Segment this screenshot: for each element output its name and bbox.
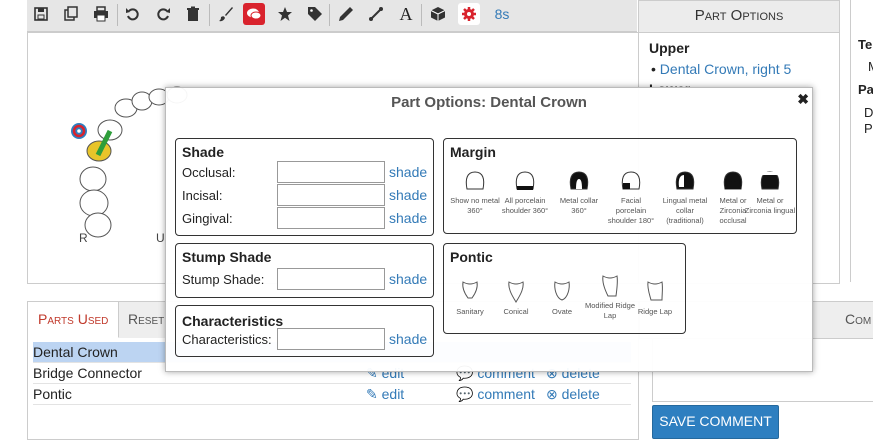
- pontic-sanitary-icon: [462, 281, 478, 299]
- far-right-text: Pa: [858, 82, 873, 97]
- characteristics-label: Characteristics:: [182, 332, 272, 347]
- crown-no-metal-icon: [465, 171, 485, 190]
- occlusal-shade-link[interactable]: shade: [389, 164, 427, 180]
- crown-facial-shoulder-icon: [621, 171, 641, 190]
- shade-box: Shade Occlusal: shade Incisal: shade Gin…: [175, 138, 434, 236]
- print-icon[interactable]: [90, 3, 112, 25]
- far-right-text: P: [864, 121, 873, 136]
- brush-icon[interactable]: [215, 3, 237, 25]
- gingival-input[interactable]: [277, 207, 385, 229]
- chart-label-upper: U: [156, 231, 165, 245]
- stump-shade-link[interactable]: shade: [389, 271, 427, 287]
- pontic-ovate-icon: [554, 281, 570, 301]
- table-row[interactable]: Pontic ✎ edit 💬 comment ⊗ delete: [33, 384, 631, 405]
- timer-text: 8s: [494, 6, 510, 22]
- margin-option[interactable]: Metal collar 360°: [553, 169, 605, 216]
- pontic-modified-ridge-lap-icon: [602, 275, 618, 297]
- characteristics-box: Characteristics Characteristics: shade: [175, 305, 434, 357]
- characteristics-shade-link[interactable]: shade: [389, 331, 427, 347]
- tag-icon[interactable]: [304, 3, 326, 25]
- pontic-title: Pontic: [450, 249, 493, 265]
- margin-option[interactable]: Metal or Zirconia lingual: [744, 169, 796, 216]
- incisal-shade-link[interactable]: shade: [389, 187, 427, 203]
- copy-icon[interactable]: [60, 3, 82, 25]
- undo-icon[interactable]: [122, 3, 144, 25]
- crown-porcelain-shoulder-icon: [515, 171, 535, 190]
- text-icon[interactable]: A: [395, 3, 417, 25]
- part-option-item[interactable]: • Dental Crown, right 5: [651, 61, 791, 77]
- far-right-text: Te: [858, 37, 873, 52]
- pencil-icon[interactable]: [335, 3, 357, 25]
- pontic-box: Pontic Sanitary Conical Ovate Modified R…: [443, 243, 686, 334]
- stump-label: Stump Shade:: [182, 272, 265, 287]
- part-options-dialog: Part Options: Dental Crown ✖ Shade Occlu…: [165, 87, 813, 372]
- tab-parts-used[interactable]: Parts Used: [28, 302, 120, 338]
- margin-title: Margin: [450, 144, 496, 160]
- pontic-option[interactable]: Ridge Lap: [629, 280, 681, 317]
- delete-link[interactable]: ⊗ delete: [546, 384, 600, 404]
- crown-lingual-collar-icon: [675, 171, 695, 190]
- gingival-shade-link[interactable]: shade: [389, 210, 427, 226]
- comment-icon[interactable]: [243, 3, 265, 25]
- pontic-option[interactable]: Conical: [490, 280, 542, 317]
- far-right-text: D: [864, 105, 873, 120]
- occlusal-label: Occlusal:: [182, 165, 236, 180]
- chart-label-right: R: [79, 231, 88, 245]
- pontic-ridge-lap-icon: [647, 281, 663, 301]
- line-icon[interactable]: [365, 3, 387, 25]
- margin-option[interactable]: Lingual metal collar (traditional): [659, 169, 711, 226]
- tab-comments[interactable]: Com: [845, 311, 871, 327]
- incisal-input[interactable]: [277, 184, 385, 206]
- margin-option[interactable]: All porcelain shoulder 360°: [499, 169, 551, 216]
- dialog-title: Part Options: Dental Crown: [391, 94, 587, 111]
- pontic-conical-icon: [508, 281, 524, 303]
- edit-link[interactable]: ✎ edit: [366, 384, 404, 404]
- far-right-text: M: [868, 59, 873, 74]
- crown-zirconia-occlusal-icon: [723, 171, 743, 190]
- save-icon[interactable]: [30, 3, 52, 25]
- stump-shade-box: Stump Shade Stump Shade: shade: [175, 243, 434, 298]
- toolbar: A 8s: [27, 0, 637, 32]
- margin-box: Margin Show no metal 360° All porcelain …: [443, 138, 797, 234]
- stump-title: Stump Shade: [182, 249, 272, 265]
- pontic-option[interactable]: Ovate: [536, 280, 588, 317]
- pontic-option[interactable]: Sanitary: [444, 280, 496, 317]
- part-options-header: Part Options: [639, 1, 839, 33]
- far-right-panel: Te M Pa D P: [850, 0, 873, 282]
- part-name: Bridge Connector: [33, 365, 142, 381]
- crown-zirconia-lingual-icon: [760, 171, 780, 190]
- cube-icon[interactable]: [427, 3, 449, 25]
- gear-icon[interactable]: [458, 3, 480, 25]
- gingival-label: Gingival:: [182, 211, 233, 226]
- characteristics-title: Characteristics: [182, 313, 284, 329]
- margin-option[interactable]: Show no metal 360°: [449, 169, 501, 216]
- incisal-label: Incisal:: [182, 188, 223, 203]
- save-comment-button[interactable]: SAVE COMMENT: [652, 405, 779, 439]
- star-icon[interactable]: [274, 3, 296, 25]
- comment-link[interactable]: 💬 comment: [456, 384, 535, 404]
- trash-icon[interactable]: [182, 3, 204, 25]
- shade-title: Shade: [182, 144, 225, 160]
- part-name: Dental Crown: [33, 344, 118, 360]
- crown-metal-collar-icon: [569, 171, 589, 190]
- part-name: Pontic: [33, 386, 72, 402]
- dental-crown-link[interactable]: Dental Crown, right 5: [660, 61, 792, 77]
- occlusal-input[interactable]: [277, 161, 385, 183]
- margin-option[interactable]: Facial porcelain shoulder 180°: [605, 169, 657, 226]
- redo-icon[interactable]: [152, 3, 174, 25]
- close-icon[interactable]: ✖: [797, 91, 809, 108]
- upper-section-title: Upper: [649, 40, 690, 56]
- characteristics-input[interactable]: [277, 328, 385, 350]
- stump-shade-input[interactable]: [277, 268, 385, 290]
